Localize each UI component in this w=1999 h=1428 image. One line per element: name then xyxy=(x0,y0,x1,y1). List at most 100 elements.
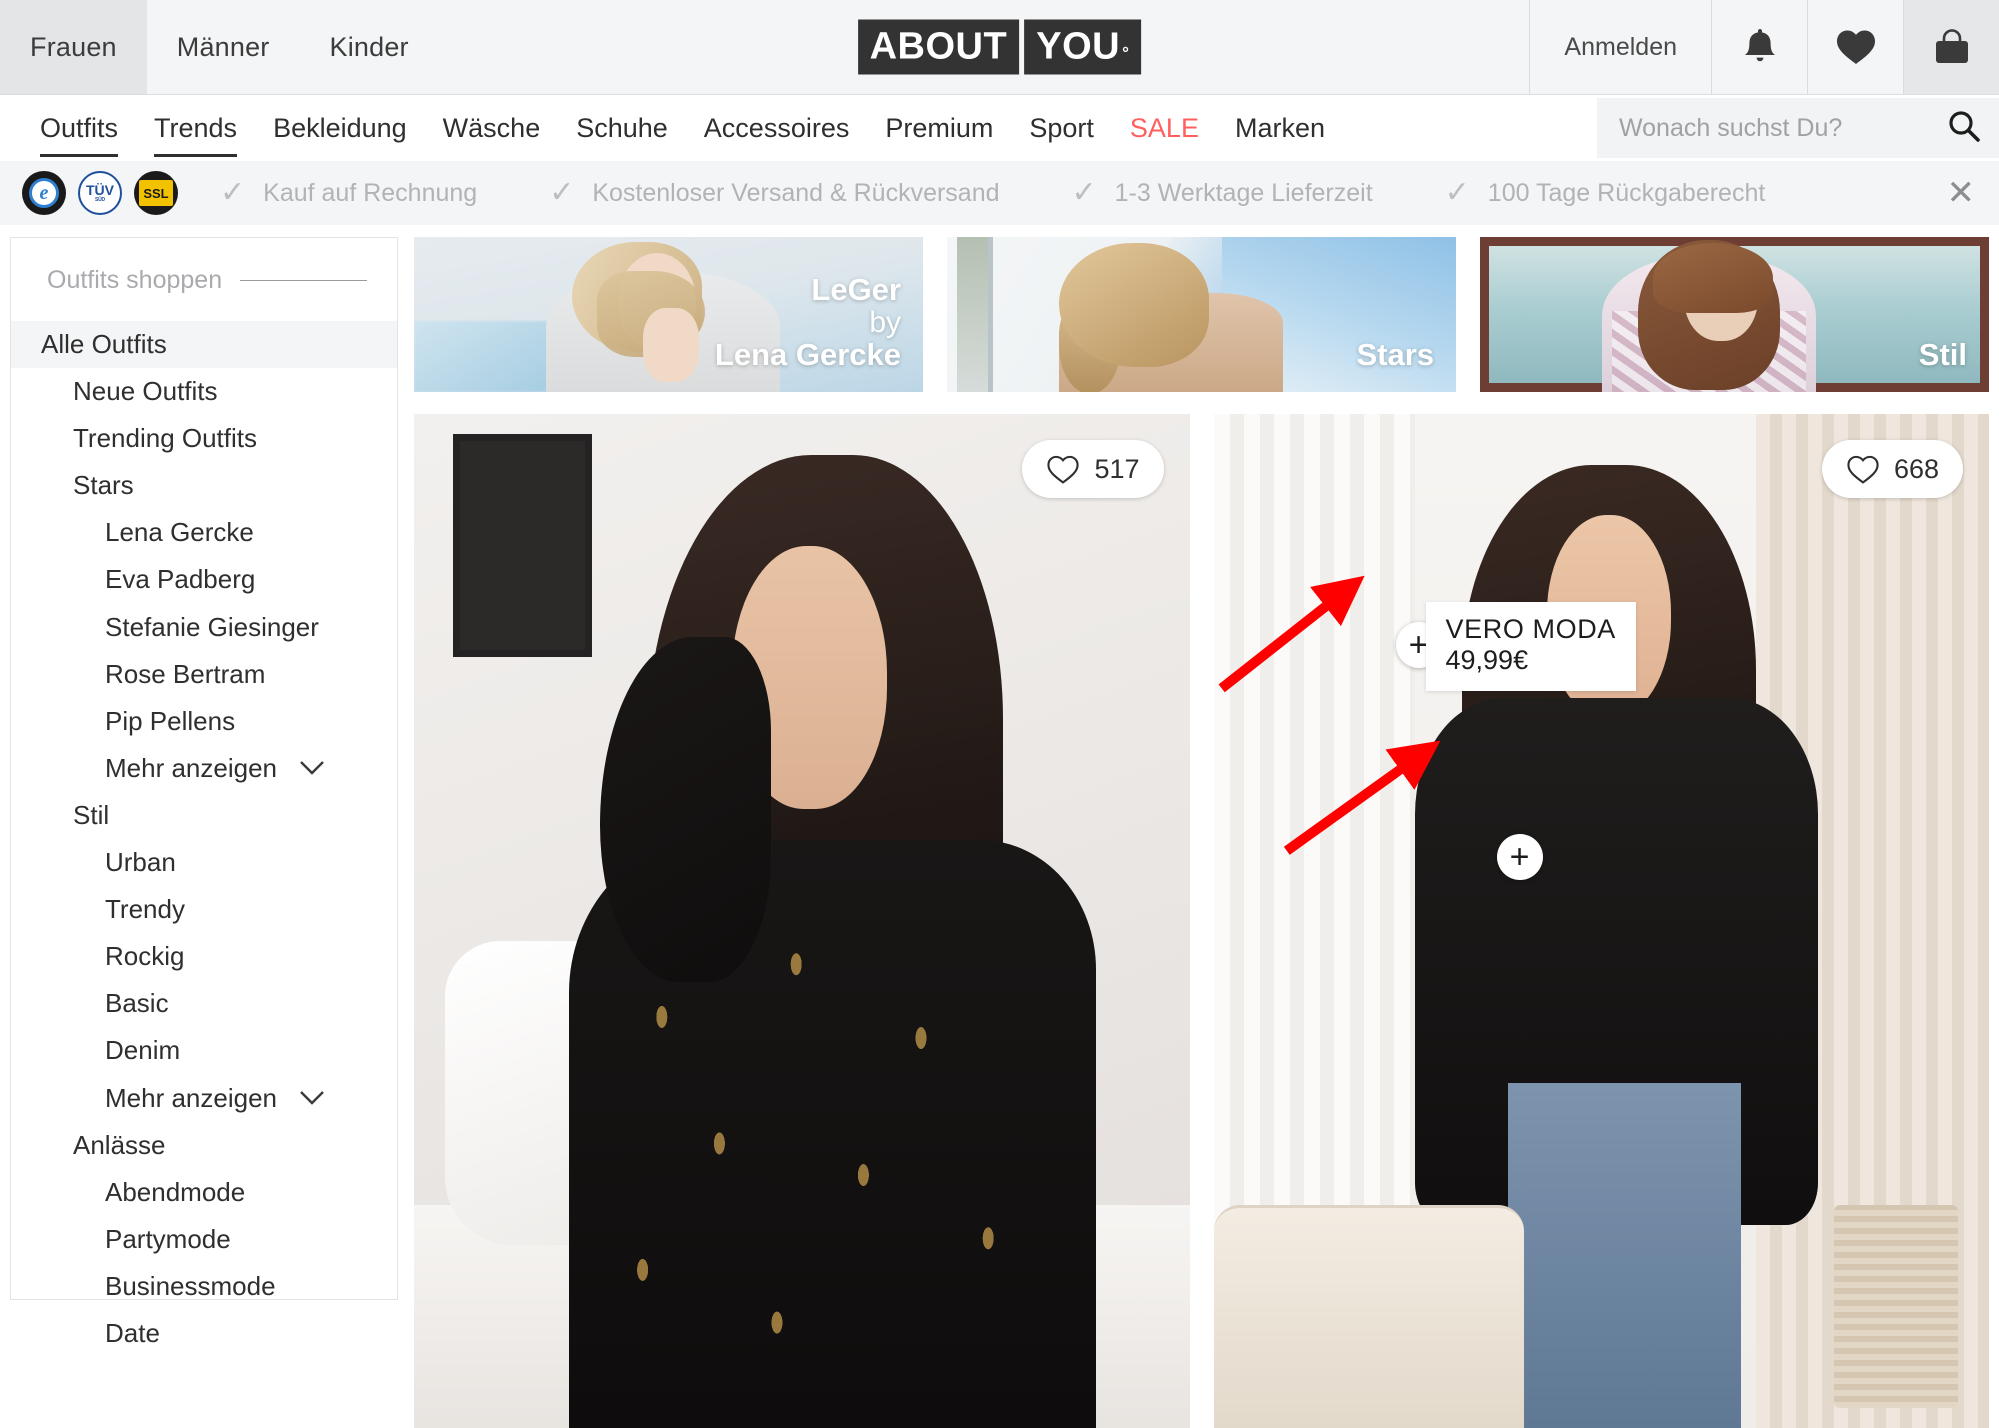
banner-leger[interactable]: LeGer by Lena Gercke xyxy=(414,237,923,392)
sidebar-item-alle-outfits[interactable]: Alle Outfits xyxy=(11,321,397,369)
search-icon[interactable] xyxy=(1947,109,1981,148)
sidebar-item-label: Businessmode xyxy=(105,1270,276,1301)
nav-item-accessoires[interactable]: Accessoires xyxy=(686,95,868,161)
nav-label: Sport xyxy=(1029,113,1094,143)
sidebar-item-abendmode[interactable]: Abendmode xyxy=(11,1169,397,1216)
content-area: LeGer by Lena Gercke Stars Stil 517 668 … xyxy=(414,237,1989,1428)
gender-tab-maenner[interactable]: Männer xyxy=(147,0,300,94)
sidebar-item-pip-pellens[interactable]: Pip Pellens xyxy=(11,698,397,745)
logo-about-text: ABOUT xyxy=(869,25,1008,68)
sidebar-item-label: Stars xyxy=(73,470,134,501)
card-art-jeans xyxy=(1508,1083,1741,1428)
sidebar-item-businessmode[interactable]: Businessmode xyxy=(11,1263,397,1310)
heart-icon xyxy=(1835,28,1877,66)
trust-item: ✓ 1-3 Werktage Lieferzeit xyxy=(1072,178,1373,208)
trust-items: ✓ Kauf auf Rechnung ✓ Kostenloser Versan… xyxy=(220,178,1837,208)
cart-button[interactable] xyxy=(1903,0,1999,94)
sidebar-item-date[interactable]: Date xyxy=(11,1310,397,1357)
nav-item-trends[interactable]: Trends xyxy=(136,95,255,161)
check-icon: ✓ xyxy=(220,176,246,209)
sidebar-item-label: Anlässe xyxy=(73,1129,166,1160)
outfit-card-2[interactable]: 668 + VERO MODA 49,99€ + xyxy=(1213,414,1989,1428)
nav-item-bekleidung[interactable]: Bekleidung xyxy=(255,95,425,161)
sidebar-item-label: Urban xyxy=(105,847,176,878)
notifications-button[interactable] xyxy=(1711,0,1807,94)
like-count: 668 xyxy=(1893,453,1939,484)
nav-item-sport[interactable]: Sport xyxy=(1011,95,1112,161)
wishlist-button[interactable] xyxy=(1807,0,1903,94)
sidebar-item-label: Lena Gercke xyxy=(105,517,254,548)
page-body: Outfits shoppen Alle Outfits Neue Outfit… xyxy=(0,225,1999,1428)
check-icon: ✓ xyxy=(1071,176,1097,209)
sidebar-item-label: Rockig xyxy=(105,941,185,972)
gender-tab-frauen[interactable]: Frauen xyxy=(0,0,147,94)
outfit-card-1[interactable]: 517 xyxy=(414,414,1190,1428)
sidebar-item-anlaesse[interactable]: Anlässe xyxy=(11,1122,397,1169)
sidebar-item-mehr-anzeigen-stil[interactable]: Mehr anzeigen xyxy=(11,1075,397,1122)
sidebar-item-label: Eva Padberg xyxy=(105,564,256,595)
nav-label: Bekleidung xyxy=(273,113,407,143)
trust-label: 1-3 Werktage Lieferzeit xyxy=(1114,178,1373,207)
card-art-picture-frame xyxy=(452,434,593,658)
banner-stil[interactable]: Stil xyxy=(1480,237,1989,392)
sidebar-item-stefanie-giesinger[interactable]: Stefanie Giesinger xyxy=(11,604,397,651)
chevron-down-icon[interactable] xyxy=(299,755,325,781)
nav-item-waesche[interactable]: Wäsche xyxy=(425,95,559,161)
product-price: 49,99€ xyxy=(1445,645,1529,676)
sidebar-item-basic[interactable]: Basic xyxy=(11,980,397,1027)
trust-badges: e TÜV SÜD SSL xyxy=(22,171,178,215)
check-icon: ✓ xyxy=(549,176,575,209)
sidebar-item-partymode[interactable]: Partymode xyxy=(11,1216,397,1263)
nav-label: Accessoires xyxy=(703,113,850,143)
like-pill-card-2[interactable]: 668 xyxy=(1821,440,1963,498)
sidebar-item-label: Trendy xyxy=(105,894,185,925)
nav-label: Outfits xyxy=(40,113,119,143)
product-hotspot-2[interactable]: + xyxy=(1496,834,1543,880)
trust-bar: e TÜV SÜD SSL ✓ Kauf auf Rechnung ✓ Kost… xyxy=(0,161,1999,225)
chevron-down-icon[interactable] xyxy=(299,1085,325,1111)
sidebar: Outfits shoppen Alle Outfits Neue Outfit… xyxy=(10,237,398,1348)
login-label: Anmelden xyxy=(1564,32,1677,61)
sidebar-divider xyxy=(240,280,367,281)
nav-item-sale[interactable]: SALE xyxy=(1112,95,1217,161)
sidebar-item-stil[interactable]: Stil xyxy=(11,792,397,839)
card-art-feather-pattern xyxy=(584,900,1066,1428)
gender-tab-kinder[interactable]: Kinder xyxy=(300,0,439,94)
login-button[interactable]: Anmelden xyxy=(1529,0,1711,94)
nav-item-outfits[interactable]: Outfits xyxy=(22,95,136,161)
close-trustbar-icon[interactable]: ✕ xyxy=(1947,173,1976,213)
nav-item-marken[interactable]: Marken xyxy=(1217,95,1343,161)
sidebar-item-mehr-anzeigen-stars[interactable]: Mehr anzeigen xyxy=(11,745,397,792)
sidebar-item-eva-padberg[interactable]: Eva Padberg xyxy=(11,556,397,603)
sidebar-item-trendy[interactable]: Trendy xyxy=(11,886,397,933)
banner-caption-line3: Stars xyxy=(1356,337,1434,373)
tuv-subtext: SÜD xyxy=(95,197,105,203)
sidebar-item-trending-outfits[interactable]: Trending Outfits xyxy=(11,415,397,462)
sidebar-item-denim[interactable]: Denim xyxy=(11,1027,397,1074)
nav-label: Schuhe xyxy=(576,113,668,143)
sidebar-item-rockig[interactable]: Rockig xyxy=(11,933,397,980)
about-you-logo[interactable]: ABOUT YOU ° xyxy=(857,19,1142,75)
nav-item-schuhe[interactable]: Schuhe xyxy=(558,95,686,161)
heart-outline-icon xyxy=(1846,454,1880,485)
nav-label: Wäsche xyxy=(442,113,541,143)
search-box[interactable] xyxy=(1597,98,1999,158)
nav-label: Trends xyxy=(154,113,238,143)
top-bar: Frauen Männer Kinder ABOUT YOU ° Anmelde… xyxy=(0,0,1999,95)
product-tooltip-vero-moda[interactable]: VERO MODA 49,99€ xyxy=(1425,602,1636,691)
banner-caption-line1: LeGer xyxy=(811,272,901,308)
sidebar-item-rose-bertram[interactable]: Rose Bertram xyxy=(11,651,397,698)
sidebar-item-neue-outfits[interactable]: Neue Outfits xyxy=(11,368,397,415)
sidebar-item-urban[interactable]: Urban xyxy=(11,839,397,886)
sidebar-item-lena-gercke[interactable]: Lena Gercke xyxy=(11,509,397,556)
gender-tab-label: Frauen xyxy=(30,31,117,62)
like-pill-card-1[interactable]: 517 xyxy=(1022,440,1164,498)
banner-stars[interactable]: Stars xyxy=(947,237,1456,392)
nav-item-premium[interactable]: Premium xyxy=(867,95,1011,161)
shopping-bag-icon xyxy=(1931,26,1973,68)
sidebar-item-stars[interactable]: Stars xyxy=(11,462,397,509)
banner-caption: Stars xyxy=(1356,337,1434,373)
sidebar-header: Outfits shoppen xyxy=(11,238,397,321)
logo-you: YOU ° xyxy=(1024,19,1142,75)
search-input[interactable] xyxy=(1619,113,1947,143)
